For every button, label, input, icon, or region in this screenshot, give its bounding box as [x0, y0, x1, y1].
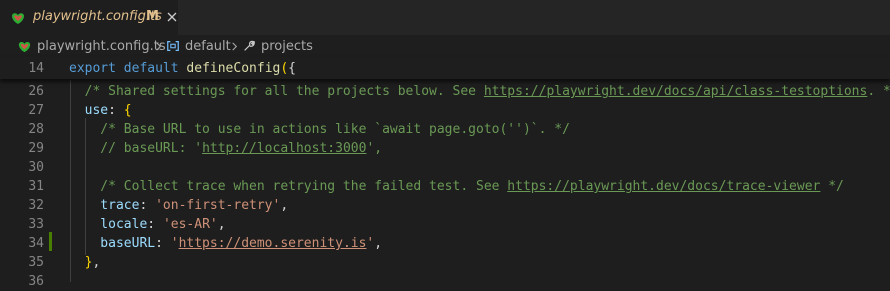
code-text: trace: 'on-first-retry', [69, 196, 288, 215]
url-link[interactable]: https://demo.serenity.is [179, 236, 367, 251]
code-token: ( [280, 61, 289, 76]
code-line[interactable]: 35 }, [0, 253, 890, 272]
code-token: : [139, 198, 156, 213]
code-line[interactable]: 31 /* Collect trace when retrying the fa… [0, 177, 890, 196]
code-line[interactable]: 28 /* Base URL to use in actions like `a… [0, 120, 890, 139]
code-text: }, [69, 253, 101, 272]
code-line[interactable]: 33 locale: 'es-AR', [0, 215, 890, 234]
code-token: { [123, 103, 132, 118]
code-line[interactable]: 32 trace: 'on-first-retry', [0, 196, 890, 215]
code-token: : [108, 103, 124, 118]
code-token: */ [820, 179, 844, 194]
code-token: defineConfig [186, 61, 281, 76]
code-text: /* Shared settings for all the projects … [69, 82, 890, 101]
line-number: 28 [28, 122, 44, 137]
line-number: 35 [28, 255, 44, 270]
code-token: } [69, 255, 93, 270]
code-token: : [147, 217, 163, 232]
wrench-icon [244, 40, 255, 51]
code-token: use [69, 103, 109, 118]
code-token: , [92, 255, 101, 270]
code-line[interactable]: 29 // baseURL: 'http://localhost:3000', [0, 139, 890, 158]
code-token: 'on-first-retry' [155, 198, 281, 213]
line-number: 26 [28, 84, 44, 99]
code-token: export [69, 61, 124, 76]
code-text: export default defineConfig({ [69, 59, 296, 78]
variable-icon [167, 41, 179, 51]
code-token: ' [170, 236, 179, 251]
code-editor[interactable]: 14 export default defineConfig({26 /* Sha… [0, 57, 890, 289]
tab-playwright-config[interactable]: playwright.config.ts M [0, 0, 178, 35]
code-token: . */ [867, 84, 890, 99]
code-token: , [374, 236, 383, 251]
code-text: // baseURL: 'http://localhost:3000', [69, 139, 382, 158]
breadcrumb-file[interactable]: playwright.config.ts [37, 39, 166, 54]
code-text: use: { [69, 101, 132, 120]
line-number: 32 [28, 198, 44, 213]
chevron-right-icon [156, 42, 162, 51]
code-token: ', [366, 141, 383, 156]
line-number: 27 [28, 103, 44, 118]
code-text: /* Collect trace when retrying the faile… [69, 177, 844, 196]
code-token: , [217, 217, 226, 232]
code-line[interactable]: 30 [0, 158, 890, 177]
line-number: 14 [28, 61, 44, 76]
code-token: locale [69, 217, 148, 232]
code-text: locale: 'es-AR', [69, 215, 226, 234]
code-token: 'es-AR' [162, 217, 218, 232]
code-token: default [123, 61, 187, 76]
playwright-icon [18, 41, 31, 53]
modified-badge: M [146, 9, 159, 24]
line-number: 31 [28, 179, 44, 194]
breadcrumb-default[interactable]: default [185, 39, 231, 54]
code-token: /* Base URL to use in actions like `awai… [69, 122, 570, 137]
line-number: 30 [28, 160, 44, 175]
url-link[interactable]: https://playwright.dev/docs/trace-viewer [507, 179, 820, 194]
code-line[interactable]: 26 /* Shared settings for all the projec… [0, 82, 890, 101]
tab-title: playwright.config.ts [33, 9, 162, 24]
code-token: { [288, 61, 296, 76]
line-number: 34 [28, 236, 44, 251]
code-token: /* Collect trace when retrying the faile… [69, 179, 508, 194]
line-number: 33 [28, 217, 44, 232]
sticky-scroll-line[interactable]: 14 export default defineConfig({ [0, 57, 890, 79]
url-link[interactable]: http://localhost:3000 [202, 141, 366, 156]
code-text: baseURL: 'https://demo.serenity.is', [69, 234, 382, 253]
code-token: baseURL [69, 236, 156, 251]
code-line[interactable]: 27 use: { [0, 101, 890, 120]
line-number: 29 [28, 141, 44, 156]
code-line[interactable]: 34 baseURL: 'https://demo.serenity.is', [0, 234, 890, 253]
code-token: , [280, 198, 289, 213]
breadcrumb: playwright.config.ts default projects [0, 35, 890, 57]
tab-bar: playwright.config.ts M [0, 0, 890, 35]
code-token: /* Shared settings for all the projects … [69, 84, 484, 99]
code-token: trace [69, 198, 140, 213]
breadcrumb-projects[interactable]: projects [261, 39, 313, 54]
code-token: // baseURL: ' [69, 141, 203, 156]
code-text: /* Base URL to use in actions like `awai… [69, 120, 570, 139]
close-icon[interactable] [167, 12, 177, 22]
playwright-icon [12, 13, 24, 24]
url-link[interactable]: https://playwright.dev/docs/api/class-te… [484, 84, 868, 99]
chevron-right-icon [232, 42, 238, 51]
code-token: : [155, 236, 171, 251]
